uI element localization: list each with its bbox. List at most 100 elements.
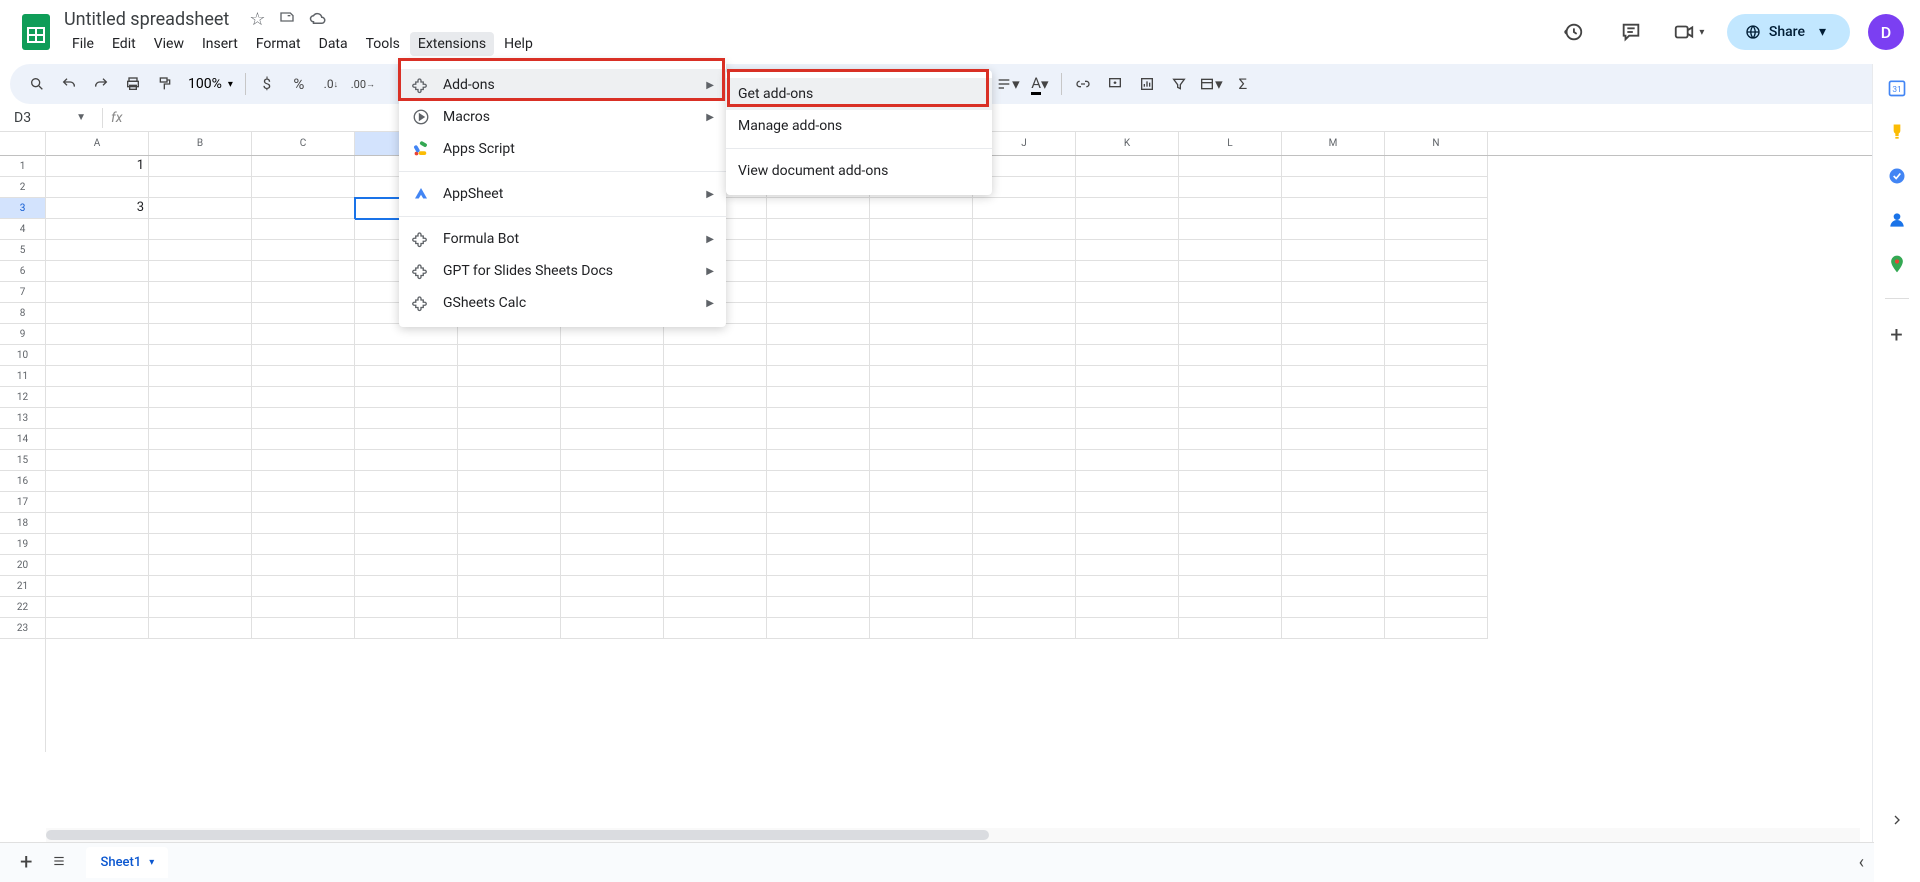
cell-C12[interactable] bbox=[252, 387, 355, 408]
cell-A19[interactable] bbox=[46, 534, 149, 555]
cell-H10[interactable] bbox=[767, 345, 870, 366]
cell-I9[interactable] bbox=[870, 324, 973, 345]
cell-I8[interactable] bbox=[870, 303, 973, 324]
ext-menu-gpt-for-slides-sheets-docs[interactable]: GPT for Slides Sheets Docs▶ bbox=[399, 255, 726, 287]
cell-H19[interactable] bbox=[767, 534, 870, 555]
cell-H18[interactable] bbox=[767, 513, 870, 534]
history-icon[interactable] bbox=[1553, 12, 1593, 52]
cell-G15[interactable] bbox=[664, 450, 767, 471]
cell-N17[interactable] bbox=[1385, 492, 1488, 513]
cell-E12[interactable] bbox=[458, 387, 561, 408]
cell-C14[interactable] bbox=[252, 429, 355, 450]
cell-C3[interactable] bbox=[252, 198, 355, 219]
cell-M21[interactable] bbox=[1282, 576, 1385, 597]
cell-C18[interactable] bbox=[252, 513, 355, 534]
row-header-2[interactable]: 2 bbox=[0, 177, 45, 198]
cell-A16[interactable] bbox=[46, 471, 149, 492]
add-sheet-button[interactable]: + bbox=[20, 850, 32, 875]
cell-I4[interactable] bbox=[870, 219, 973, 240]
ext-menu-add-ons[interactable]: Add-ons▶ bbox=[399, 69, 726, 101]
cell-K17[interactable] bbox=[1076, 492, 1179, 513]
cell-B23[interactable] bbox=[149, 618, 252, 639]
cell-A13[interactable] bbox=[46, 408, 149, 429]
cell-M12[interactable] bbox=[1282, 387, 1385, 408]
cell-J5[interactable] bbox=[973, 240, 1076, 261]
cell-L13[interactable] bbox=[1179, 408, 1282, 429]
cell-H5[interactable] bbox=[767, 240, 870, 261]
cell-M17[interactable] bbox=[1282, 492, 1385, 513]
row-header-17[interactable]: 17 bbox=[0, 492, 45, 513]
cell-H22[interactable] bbox=[767, 597, 870, 618]
cell-L9[interactable] bbox=[1179, 324, 1282, 345]
currency-button[interactable]: $ bbox=[252, 69, 282, 99]
cell-H11[interactable] bbox=[767, 366, 870, 387]
meet-icon[interactable]: ▾ bbox=[1669, 12, 1709, 52]
cell-B7[interactable] bbox=[149, 282, 252, 303]
sheet-tab-active[interactable]: Sheet1 ▾ bbox=[86, 847, 168, 878]
undo-icon[interactable] bbox=[54, 69, 84, 99]
col-header-N[interactable]: N bbox=[1385, 132, 1488, 155]
cell-G10[interactable] bbox=[664, 345, 767, 366]
cell-M5[interactable] bbox=[1282, 240, 1385, 261]
row-header-7[interactable]: 7 bbox=[0, 282, 45, 303]
cell-L4[interactable] bbox=[1179, 219, 1282, 240]
row-header-15[interactable]: 15 bbox=[0, 450, 45, 471]
cell-F16[interactable] bbox=[561, 471, 664, 492]
cell-I13[interactable] bbox=[870, 408, 973, 429]
cell-H16[interactable] bbox=[767, 471, 870, 492]
cell-F12[interactable] bbox=[561, 387, 664, 408]
cell-D15[interactable] bbox=[355, 450, 458, 471]
cell-N6[interactable] bbox=[1385, 261, 1488, 282]
cell-I18[interactable] bbox=[870, 513, 973, 534]
increase-decimal-button[interactable]: .00→ bbox=[348, 69, 378, 99]
cell-H6[interactable] bbox=[767, 261, 870, 282]
cell-L5[interactable] bbox=[1179, 240, 1282, 261]
cell-H7[interactable] bbox=[767, 282, 870, 303]
ext-menu-gsheets-calc[interactable]: GSheets Calc▶ bbox=[399, 287, 726, 319]
insert-comment-icon[interactable] bbox=[1100, 69, 1130, 99]
cell-J7[interactable] bbox=[973, 282, 1076, 303]
cell-C10[interactable] bbox=[252, 345, 355, 366]
cell-I11[interactable] bbox=[870, 366, 973, 387]
cell-C19[interactable] bbox=[252, 534, 355, 555]
cell-M9[interactable] bbox=[1282, 324, 1385, 345]
contacts-icon[interactable] bbox=[1887, 210, 1907, 230]
row-header-22[interactable]: 22 bbox=[0, 597, 45, 618]
cell-J13[interactable] bbox=[973, 408, 1076, 429]
cell-J15[interactable] bbox=[973, 450, 1076, 471]
row-header-20[interactable]: 20 bbox=[0, 555, 45, 576]
cell-G21[interactable] bbox=[664, 576, 767, 597]
cell-F23[interactable] bbox=[561, 618, 664, 639]
cell-J6[interactable] bbox=[973, 261, 1076, 282]
cell-M14[interactable] bbox=[1282, 429, 1385, 450]
cell-N4[interactable] bbox=[1385, 219, 1488, 240]
cell-K16[interactable] bbox=[1076, 471, 1179, 492]
row-header-4[interactable]: 4 bbox=[0, 219, 45, 240]
cell-E10[interactable] bbox=[458, 345, 561, 366]
cell-B12[interactable] bbox=[149, 387, 252, 408]
cell-L14[interactable] bbox=[1179, 429, 1282, 450]
explore-button[interactable]: ‹ bbox=[1859, 852, 1864, 873]
cell-F22[interactable] bbox=[561, 597, 664, 618]
cell-A3[interactable]: 3 bbox=[46, 198, 149, 219]
cell-B4[interactable] bbox=[149, 219, 252, 240]
cell-L16[interactable] bbox=[1179, 471, 1282, 492]
cell-D18[interactable] bbox=[355, 513, 458, 534]
cell-A14[interactable] bbox=[46, 429, 149, 450]
cell-B11[interactable] bbox=[149, 366, 252, 387]
namebox-caret-icon[interactable]: ▼ bbox=[76, 112, 86, 123]
cell-K2[interactable] bbox=[1076, 177, 1179, 198]
cell-A8[interactable] bbox=[46, 303, 149, 324]
cell-F13[interactable] bbox=[561, 408, 664, 429]
cell-E23[interactable] bbox=[458, 618, 561, 639]
col-header-B[interactable]: B bbox=[149, 132, 252, 155]
submenu-get-add-ons[interactable]: Get add-ons bbox=[726, 78, 992, 110]
cell-D9[interactable] bbox=[355, 324, 458, 345]
formula-bar[interactable] bbox=[122, 108, 1912, 127]
cell-M22[interactable] bbox=[1282, 597, 1385, 618]
cell-E20[interactable] bbox=[458, 555, 561, 576]
cell-J3[interactable] bbox=[973, 198, 1076, 219]
cell-L23[interactable] bbox=[1179, 618, 1282, 639]
cell-L12[interactable] bbox=[1179, 387, 1282, 408]
row-header-23[interactable]: 23 bbox=[0, 618, 45, 639]
